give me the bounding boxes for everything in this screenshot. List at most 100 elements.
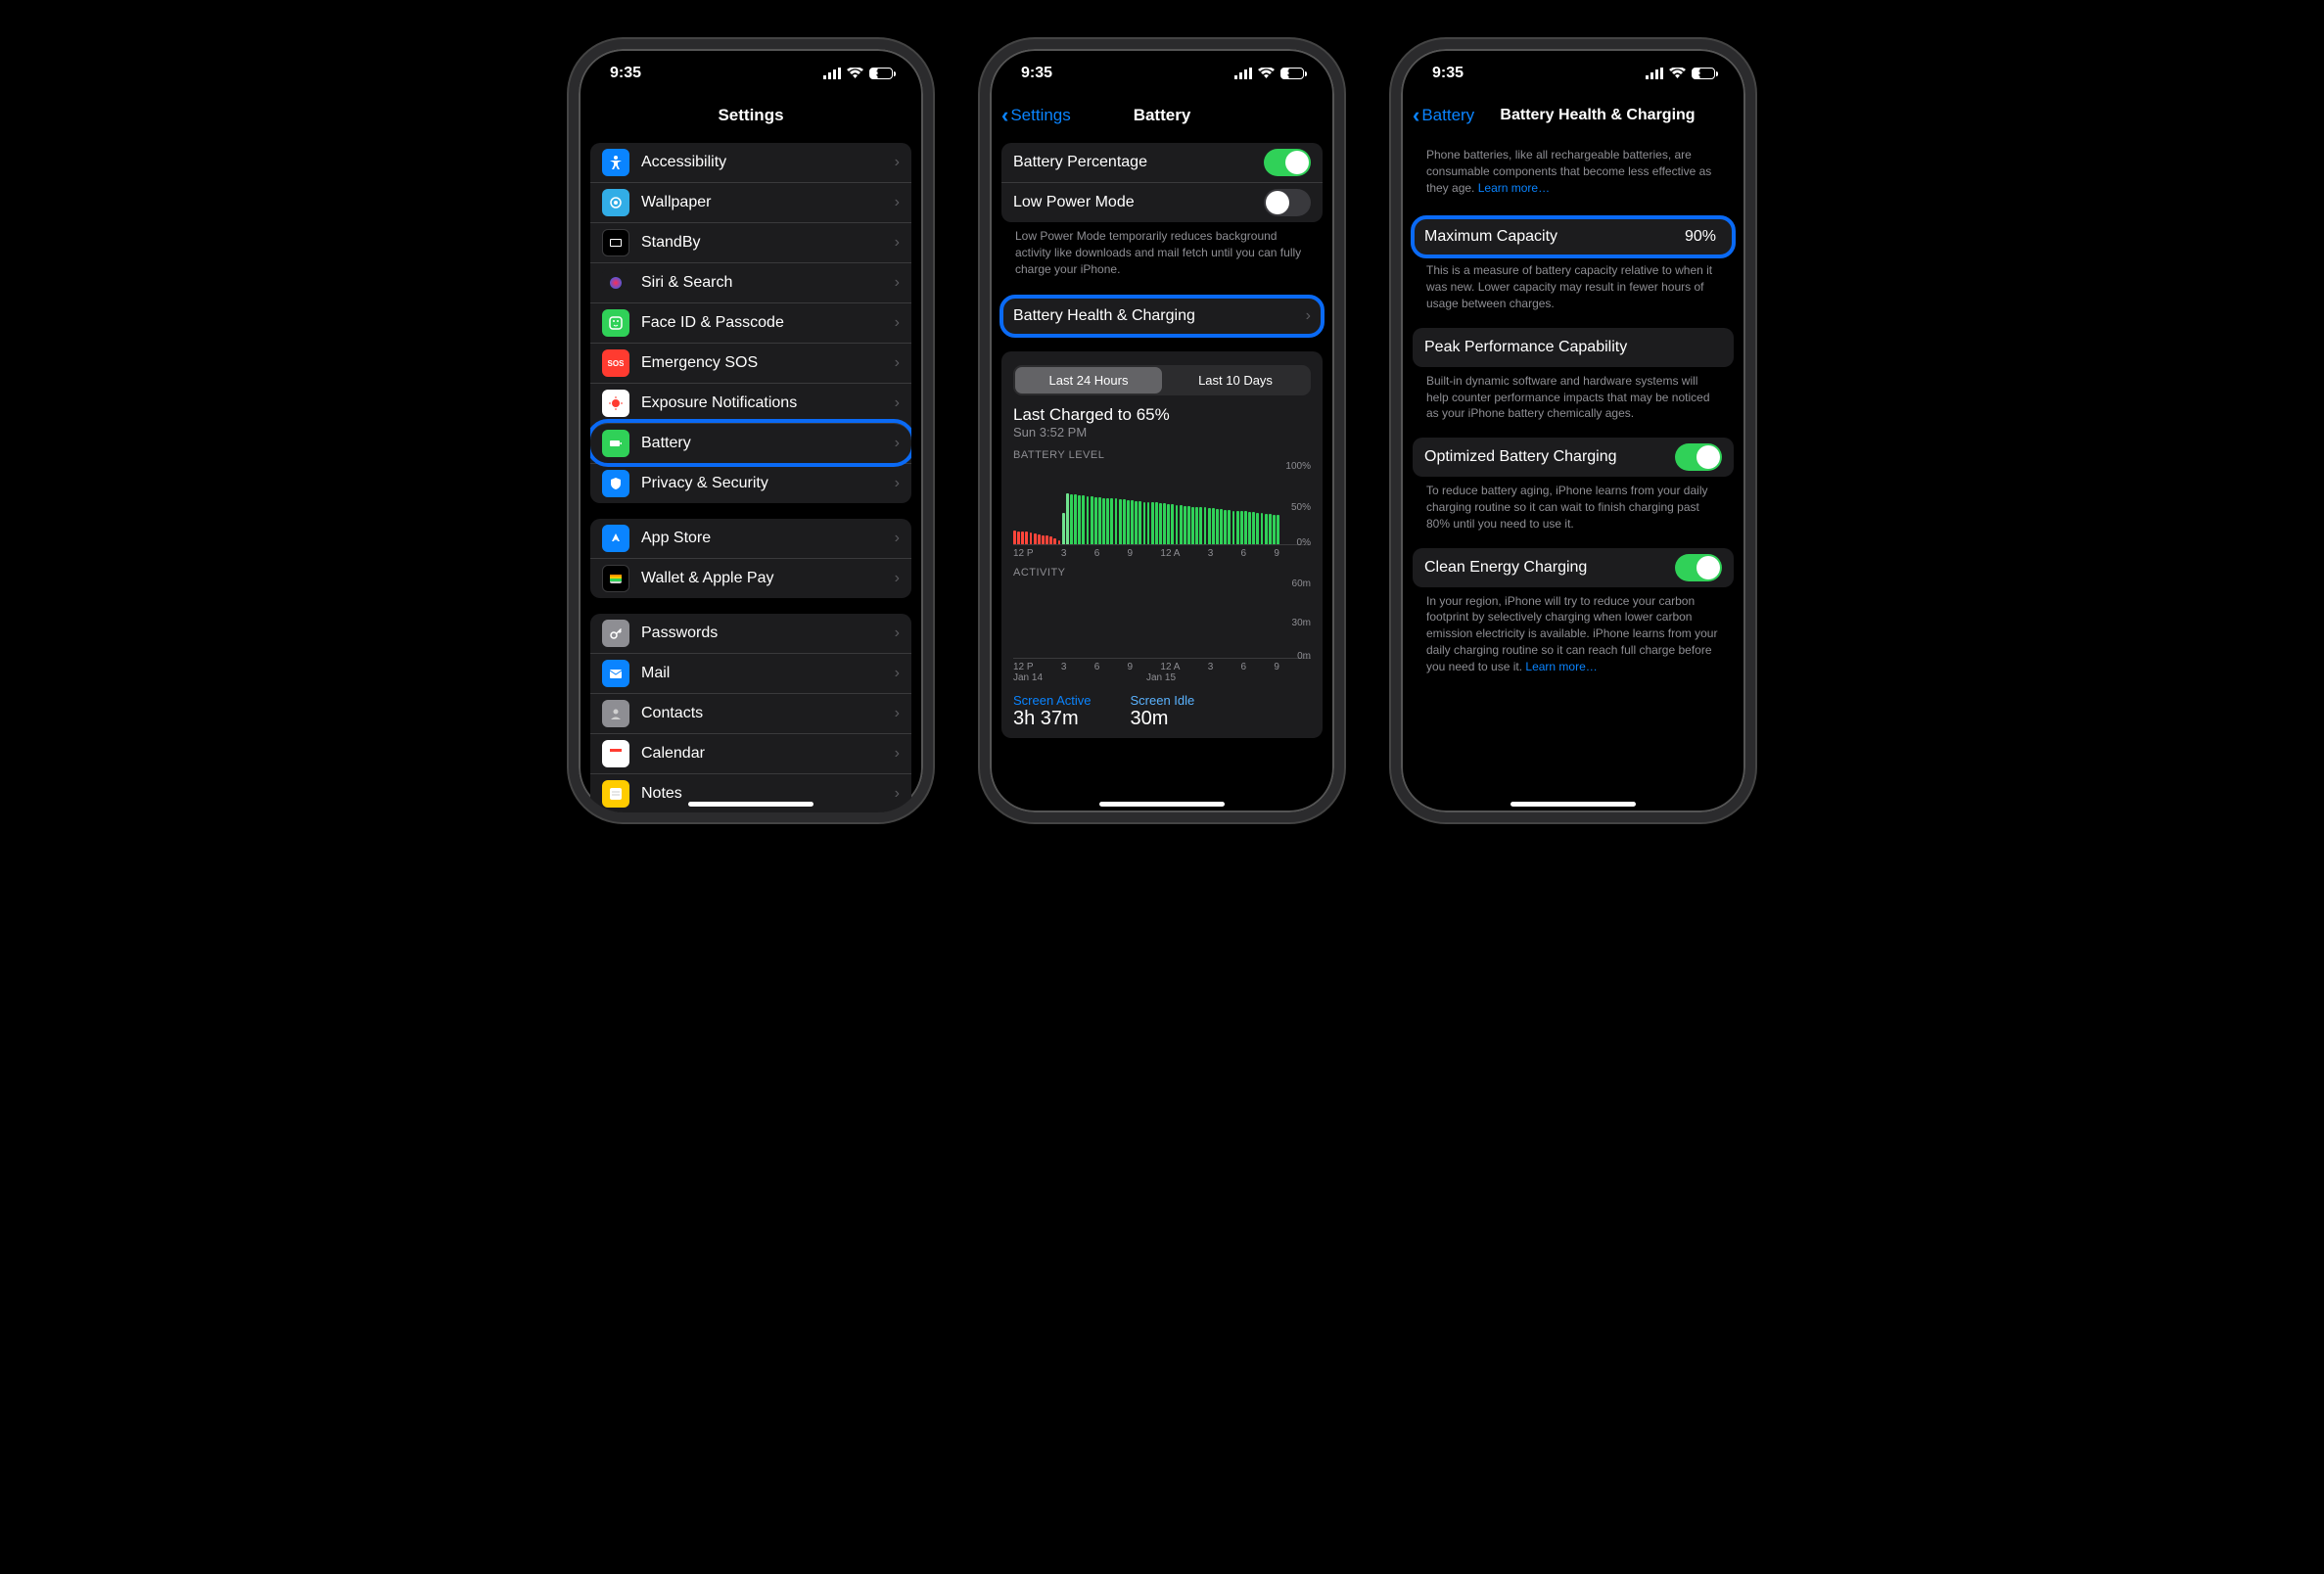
settings-row-privacy[interactable]: Privacy & Security› <box>590 463 911 503</box>
battery-percentage-toggle[interactable] <box>1264 149 1311 176</box>
chevron-right-icon: › <box>895 314 900 332</box>
appstore-icon <box>602 525 629 552</box>
nav-bar: ‹Settings Battery <box>990 98 1334 133</box>
wallpaper-icon <box>602 189 629 216</box>
max-capacity-section: Maximum Capacity 90% <box>1413 217 1734 256</box>
privacy-icon <box>602 470 629 497</box>
home-indicator[interactable] <box>1511 802 1636 807</box>
settings-row-sos[interactable]: SOSEmergency SOS› <box>590 343 911 383</box>
back-label: Battery <box>1421 106 1474 125</box>
chevron-right-icon: › <box>895 435 900 452</box>
settings-row-faceid[interactable]: Face ID & Passcode› <box>590 302 911 343</box>
row-label: Optimized Battery Charging <box>1424 448 1675 466</box>
page-title: Settings <box>579 106 923 125</box>
chevron-right-icon: › <box>895 785 900 803</box>
activity-chart: 60m 30m 0m <box>1013 582 1311 659</box>
row-label: Battery Health & Charging <box>1013 307 1306 325</box>
settings-row-calendar[interactable]: Calendar› <box>590 733 911 773</box>
xaxis: 12 P36912 A369 <box>1013 659 1311 672</box>
low-power-mode-row[interactable]: Low Power Mode <box>1001 182 1323 222</box>
home-indicator[interactable] <box>688 802 813 807</box>
row-label: Clean Energy Charging <box>1424 559 1675 577</box>
seg-24h[interactable]: Last 24 Hours <box>1015 367 1162 394</box>
ytick: 30m <box>1292 618 1311 628</box>
low-power-mode-toggle[interactable] <box>1264 189 1311 216</box>
row-label: Face ID & Passcode <box>641 314 895 332</box>
sos-icon: SOS <box>602 349 629 377</box>
faceid-icon <box>602 309 629 337</box>
intro-text: Phone batteries, like all rechargeable b… <box>1413 133 1734 202</box>
screen-active-stat: Screen Active 3h 37m <box>1013 693 1092 730</box>
time-range-segment[interactable]: Last 24 Hours Last 10 Days <box>1013 365 1311 395</box>
screen-idle-stat: Screen Idle 30m <box>1131 693 1195 730</box>
max-capacity-row[interactable]: Maximum Capacity 90% <box>1413 217 1734 256</box>
settings-row-mail[interactable]: Mail› <box>590 653 911 693</box>
settings-row-appstore[interactable]: App Store› <box>590 519 911 558</box>
chevron-right-icon: › <box>895 745 900 763</box>
status-time: 9:35 <box>1021 65 1052 82</box>
home-indicator[interactable] <box>1099 802 1225 807</box>
optimized-charging-row[interactable]: Optimized Battery Charging <box>1413 438 1734 477</box>
mail-icon <box>602 660 629 687</box>
signal-icon <box>1646 68 1663 79</box>
chevron-right-icon: › <box>895 530 900 547</box>
last-charged-sub: Sun 3:52 PM <box>1013 425 1311 440</box>
dynamic-island <box>697 61 805 88</box>
optimized-footer: To reduce battery aging, iPhone learns f… <box>1413 477 1734 532</box>
settings-row-exposure[interactable]: Exposure Notifications› <box>590 383 911 423</box>
contacts-icon <box>602 700 629 727</box>
clean-energy-toggle[interactable] <box>1675 554 1722 581</box>
wifi-icon <box>1258 68 1275 79</box>
ytick: 50% <box>1291 502 1311 513</box>
settings-row-passwords[interactable]: Passwords› <box>590 614 911 653</box>
dynamic-island <box>1108 61 1216 88</box>
phone-settings: 9:35 34 Settings Accessibility›Wallpaper… <box>569 39 933 822</box>
settings-row-battery[interactable]: Battery› <box>590 423 911 463</box>
chevron-left-icon: ‹ <box>1001 103 1008 128</box>
back-button[interactable]: ‹Settings <box>1001 103 1071 128</box>
peak-performance-row[interactable]: Peak Performance Capability <box>1413 328 1734 367</box>
nav-bar: ‹Battery Battery Health & Charging <box>1401 98 1745 133</box>
settings-row-notes[interactable]: Notes› <box>590 773 911 812</box>
battery-health-charging-row[interactable]: Battery Health & Charging › <box>1001 297 1323 336</box>
optimized-charging-toggle[interactable] <box>1675 443 1722 471</box>
learn-more-link[interactable]: Learn more… <box>1525 660 1597 673</box>
ytick: 100% <box>1285 461 1311 472</box>
clean-energy-row[interactable]: Clean Energy Charging <box>1413 548 1734 587</box>
optimized-section: Optimized Battery Charging <box>1413 438 1734 477</box>
battery-icon <box>602 430 629 457</box>
signal-icon <box>1234 68 1252 79</box>
wifi-icon <box>847 68 863 79</box>
peak-perf-section: Peak Performance Capability <box>1413 328 1734 367</box>
battery-indicator: 34 <box>869 68 896 79</box>
settings-row-contacts[interactable]: Contacts› <box>590 693 911 733</box>
chevron-right-icon: › <box>895 705 900 722</box>
row-label: Battery Percentage <box>1013 154 1264 171</box>
settings-row-standby[interactable]: StandBy› <box>590 222 911 262</box>
back-button[interactable]: ‹Battery <box>1413 103 1474 128</box>
settings-group-3: Passwords›Mail›Contacts›Calendar›Notes› <box>590 614 911 812</box>
row-label: Emergency SOS <box>641 354 895 372</box>
passwords-icon <box>602 620 629 647</box>
row-label: Wallet & Apple Pay <box>641 570 895 587</box>
row-label: Passwords <box>641 625 895 642</box>
chevron-right-icon: › <box>895 475 900 492</box>
row-label: Low Power Mode <box>1013 194 1264 211</box>
settings-row-wallpaper[interactable]: Wallpaper› <box>590 182 911 222</box>
settings-row-accessibility[interactable]: Accessibility› <box>590 143 911 182</box>
max-capacity-value: 90% <box>1685 228 1716 246</box>
calendar-icon <box>602 740 629 767</box>
row-label: Siri & Search <box>641 274 895 292</box>
chevron-right-icon: › <box>895 234 900 252</box>
chevron-right-icon: › <box>895 154 900 171</box>
settings-row-siri[interactable]: Siri & Search› <box>590 262 911 302</box>
stat-label: Screen Idle <box>1131 693 1195 708</box>
battery-percentage-row[interactable]: Battery Percentage <box>1001 143 1323 182</box>
activity-label: ACTIVITY <box>1013 567 1311 579</box>
settings-row-wallet[interactable]: Wallet & Apple Pay› <box>590 558 911 598</box>
row-label: Mail <box>641 665 895 682</box>
learn-more-link[interactable]: Learn more… <box>1478 181 1550 195</box>
accessibility-icon <box>602 149 629 176</box>
row-label: Privacy & Security <box>641 475 895 492</box>
seg-10d[interactable]: Last 10 Days <box>1162 367 1309 394</box>
